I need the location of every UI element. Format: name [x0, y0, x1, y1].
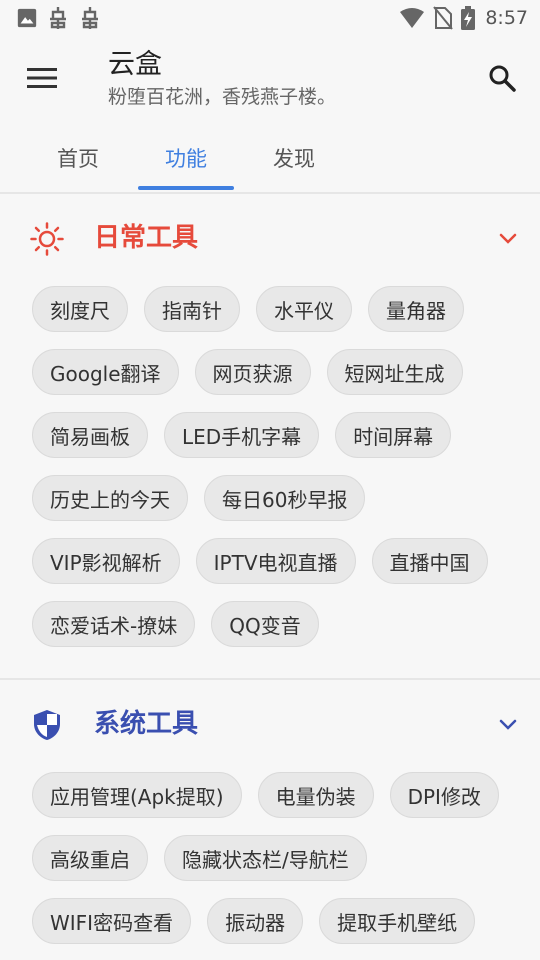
- tool-chip[interactable]: 恋爱话术-撩妹: [32, 601, 196, 647]
- tab-functions[interactable]: 功能: [138, 126, 234, 190]
- tool-chip[interactable]: 简易画板: [32, 412, 148, 458]
- section-daily-tools: 日常工具 刻度尺 指南针 水平仪 量角器 Google翻译 网页获源 短网址生成…: [0, 194, 540, 680]
- tab-bar: 首页 功能 发现: [0, 126, 540, 194]
- search-button[interactable]: [480, 58, 524, 102]
- tab-indicator: [138, 186, 234, 190]
- tool-chip[interactable]: DPI修改: [389, 772, 499, 818]
- tool-chip[interactable]: 短网址生成: [326, 349, 463, 395]
- tab-discover[interactable]: 发现: [246, 126, 342, 190]
- tool-chip[interactable]: 指南针: [144, 286, 240, 332]
- wifi-icon: [399, 7, 425, 29]
- tool-chip[interactable]: IPTV电视直播: [195, 538, 356, 584]
- tool-chip[interactable]: 高级重启: [32, 835, 148, 881]
- shield-icon: [30, 708, 64, 742]
- tool-chip[interactable]: 每日60秒早报: [204, 475, 366, 521]
- app-bar: 云盒 粉堕百花洲，香残燕子楼。: [0, 36, 540, 126]
- title-block: 云盒 粉堕百花洲，香残燕子楼。: [108, 48, 336, 110]
- tab-home[interactable]: 首页: [30, 126, 126, 190]
- section-system-tools: 系统工具 应用管理(Apk提取) 电量伪装 DPI修改 高级重启 隐藏状态栏/导…: [0, 680, 540, 960]
- bug-icon: [78, 6, 102, 30]
- tool-chip[interactable]: 电量伪装: [257, 772, 374, 818]
- chevron-down-icon[interactable]: [496, 712, 520, 736]
- menu-button[interactable]: [20, 58, 64, 102]
- sun-icon: [30, 222, 64, 256]
- menu-icon: [27, 66, 57, 94]
- image-icon: [16, 7, 38, 29]
- section-header[interactable]: 系统工具: [0, 680, 540, 772]
- search-icon: [488, 64, 516, 96]
- status-left-icons: [16, 6, 102, 30]
- tool-chip[interactable]: 水平仪: [256, 286, 352, 332]
- tool-chip[interactable]: 振动器: [207, 898, 304, 944]
- no-sim-icon: [433, 6, 454, 30]
- app-title: 云盒: [108, 49, 162, 80]
- section-header[interactable]: 日常工具: [0, 194, 540, 286]
- tool-chip[interactable]: 历史上的今天: [32, 475, 188, 521]
- tool-chip[interactable]: 量角器: [368, 286, 464, 332]
- tool-chip[interactable]: WIFI密码查看: [32, 898, 192, 944]
- tool-chip[interactable]: QQ变音: [211, 601, 319, 647]
- app-subtitle: 粉堕百花洲，香残燕子楼。: [108, 86, 337, 108]
- battery-charging-icon: [461, 6, 476, 30]
- chevron-down-icon[interactable]: [496, 226, 520, 250]
- tool-chip[interactable]: VIP影视解析: [32, 538, 180, 584]
- status-bar: 8:57: [0, 0, 540, 36]
- tool-chip[interactable]: 时间屏幕: [335, 412, 452, 458]
- tool-chip[interactable]: 直播中国: [371, 538, 488, 584]
- status-time: 8:57: [485, 7, 528, 29]
- tool-chip-list: 应用管理(Apk提取) 电量伪装 DPI修改 高级重启 隐藏状态栏/导航栏 WI…: [0, 772, 540, 944]
- section-title: 系统工具: [94, 709, 199, 739]
- status-right-icons: 8:57: [399, 6, 528, 30]
- tool-chip[interactable]: 刻度尺: [32, 286, 128, 332]
- tool-chip[interactable]: 应用管理(Apk提取): [32, 772, 242, 818]
- section-title: 日常工具: [94, 223, 199, 253]
- bug-icon: [46, 6, 70, 30]
- tool-chip[interactable]: Google翻译: [32, 349, 179, 395]
- tool-chip-list: 刻度尺 指南针 水平仪 量角器 Google翻译 网页获源 短网址生成 简易画板…: [0, 286, 540, 647]
- tool-chip[interactable]: 网页获源: [194, 349, 311, 395]
- tool-chip[interactable]: LED手机字幕: [164, 412, 320, 458]
- tool-chip[interactable]: 隐藏状态栏/导航栏: [164, 835, 367, 881]
- tool-chip[interactable]: 提取手机壁纸: [319, 898, 476, 944]
